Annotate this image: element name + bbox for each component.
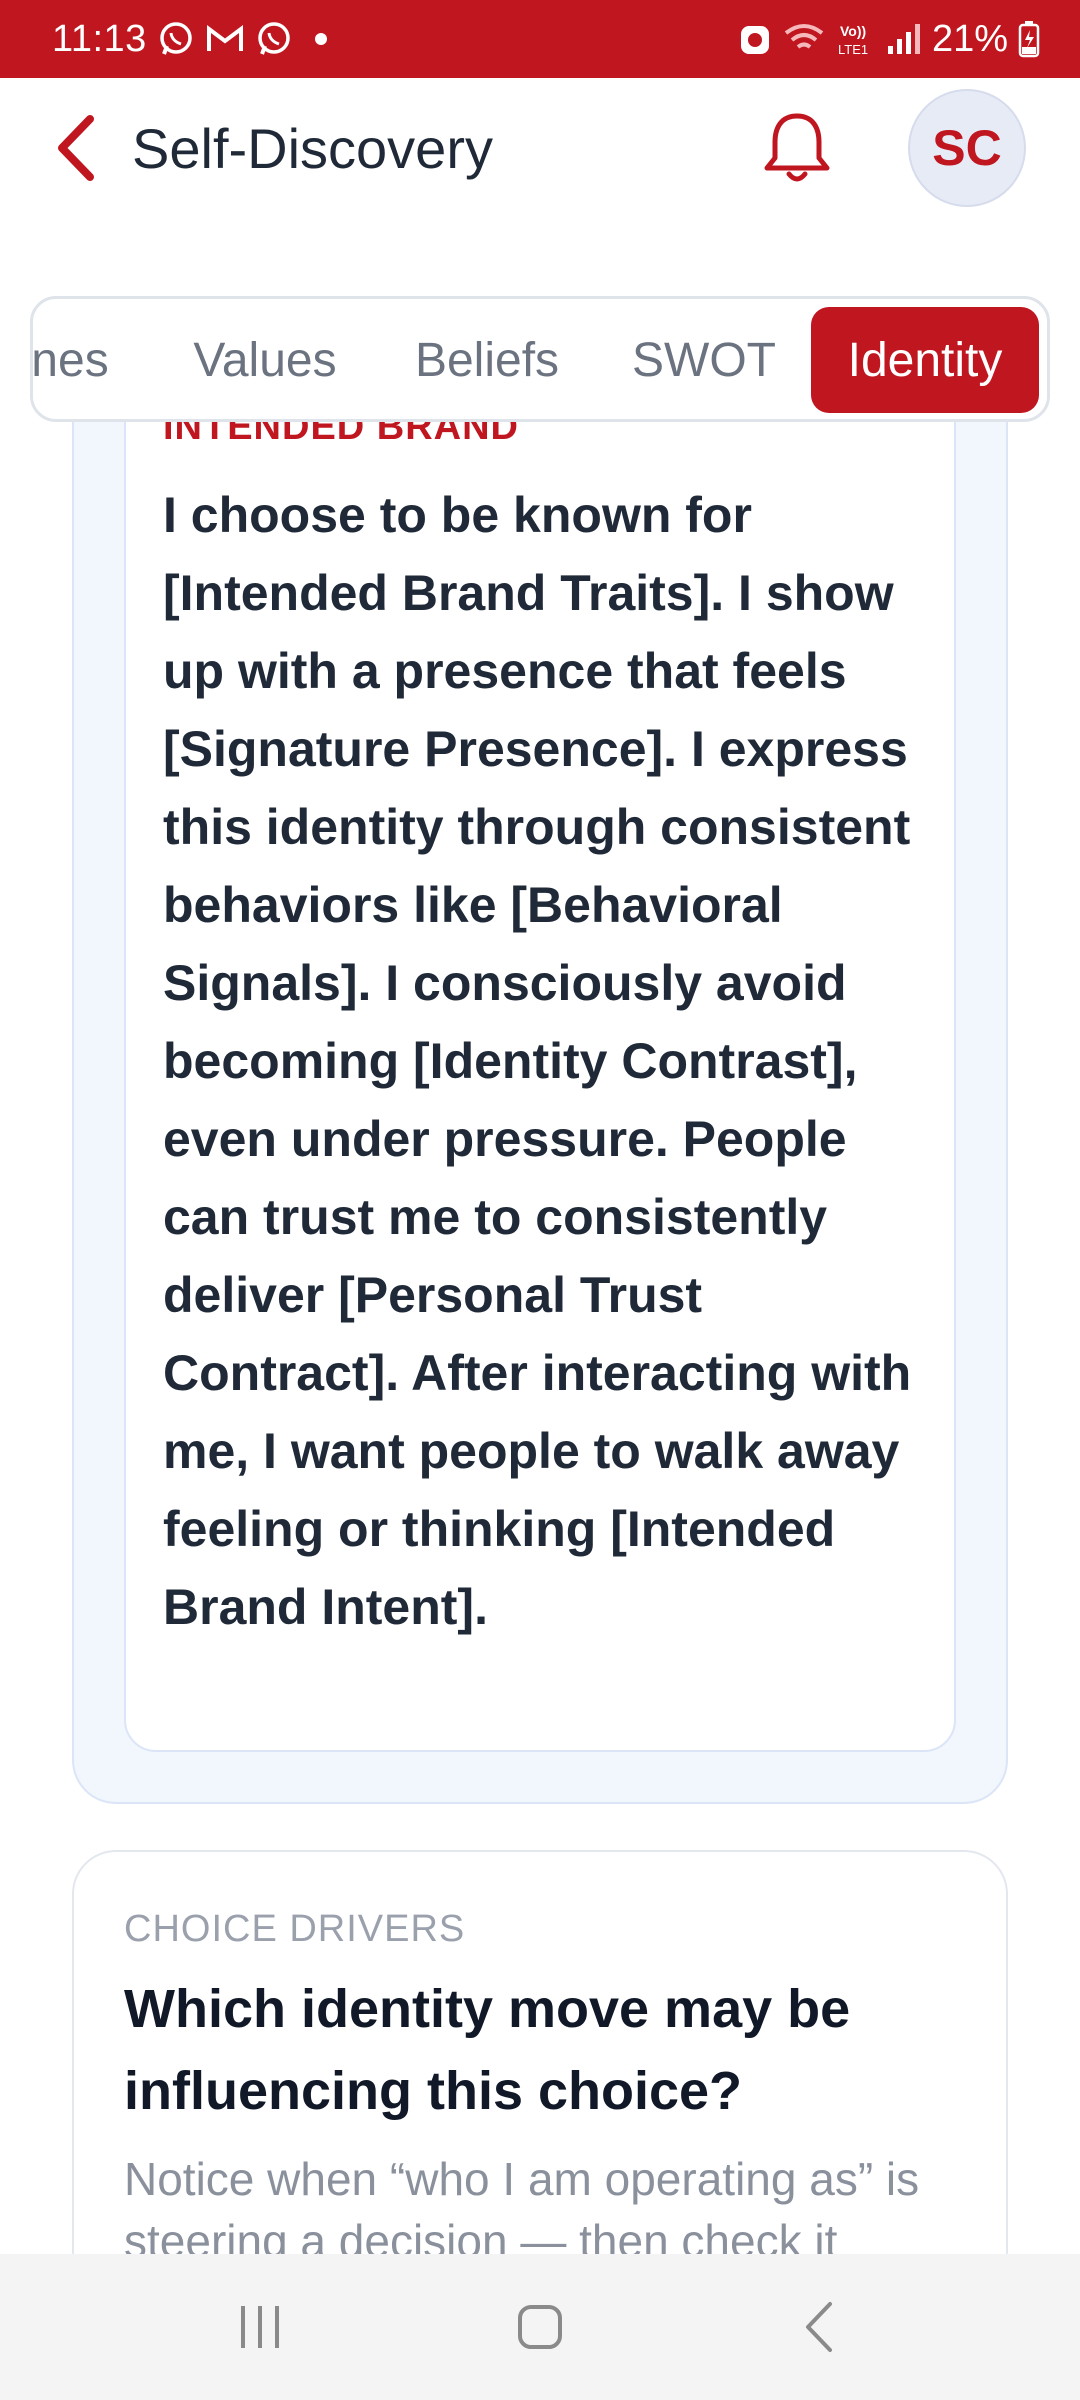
back-button[interactable] [54,108,114,188]
choice-drivers-label: CHOICE DRIVERS [124,1908,466,1950]
dot-icon [303,29,333,49]
back-nav-icon [806,2302,832,2352]
battery-icon [1018,20,1040,58]
recent-apps-button[interactable] [200,2277,320,2377]
gmail-icon [205,23,245,55]
choice-drivers-title: Which identity move may be influencing t… [124,1979,851,2121]
notifications-button[interactable] [752,103,842,193]
status-right: Vo)) LTE1 21% [738,18,1040,61]
avatar[interactable]: SC [908,89,1026,207]
whatsapp-icon [157,20,195,58]
system-nav-bar [0,2254,1080,2400]
volte-icon: Vo)) LTE1 [836,20,876,58]
tab-themes[interactable]: nes [33,307,125,413]
wifi-icon [782,21,826,57]
status-bar: 11:13 Vo)) LTE1 21% [0,0,1080,78]
main-content[interactable]: INTENDED BRAND I choose to be known for … [0,218,1080,2254]
whatsapp-icon [255,20,293,58]
tab-values[interactable]: Values [175,307,355,413]
tab-identity[interactable]: Identity [811,307,1039,413]
section-tabs[interactable]: nes Values Beliefs SWOT Identity [30,296,1050,422]
back-nav-button[interactable] [760,2277,880,2377]
choice-drivers-description: Notice when “who I am operating as” is s… [124,2153,920,2254]
alarm-icon [738,20,772,58]
status-left: 11:13 [52,18,333,61]
page-title: Self-Discovery [132,116,493,180]
tab-swot[interactable]: SWOT [619,307,789,413]
intended-brand-statement: I choose to be known for [Intended Brand… [163,487,912,1635]
tab-beliefs[interactable]: Beliefs [397,307,577,413]
status-battery: 21% [931,17,1008,60]
status-time: 11:13 [52,17,147,60]
svg-text:Vo)): Vo)) [840,23,866,39]
app-header: Self-Discovery SC [0,78,1080,218]
signal-icon [886,22,922,56]
bell-icon [764,113,830,182]
recent-apps-icon [241,2306,279,2348]
svg-text:LTE1: LTE1 [838,42,868,57]
home-button[interactable] [480,2277,600,2377]
chevron-left-icon [58,115,94,181]
home-icon [518,2305,562,2349]
